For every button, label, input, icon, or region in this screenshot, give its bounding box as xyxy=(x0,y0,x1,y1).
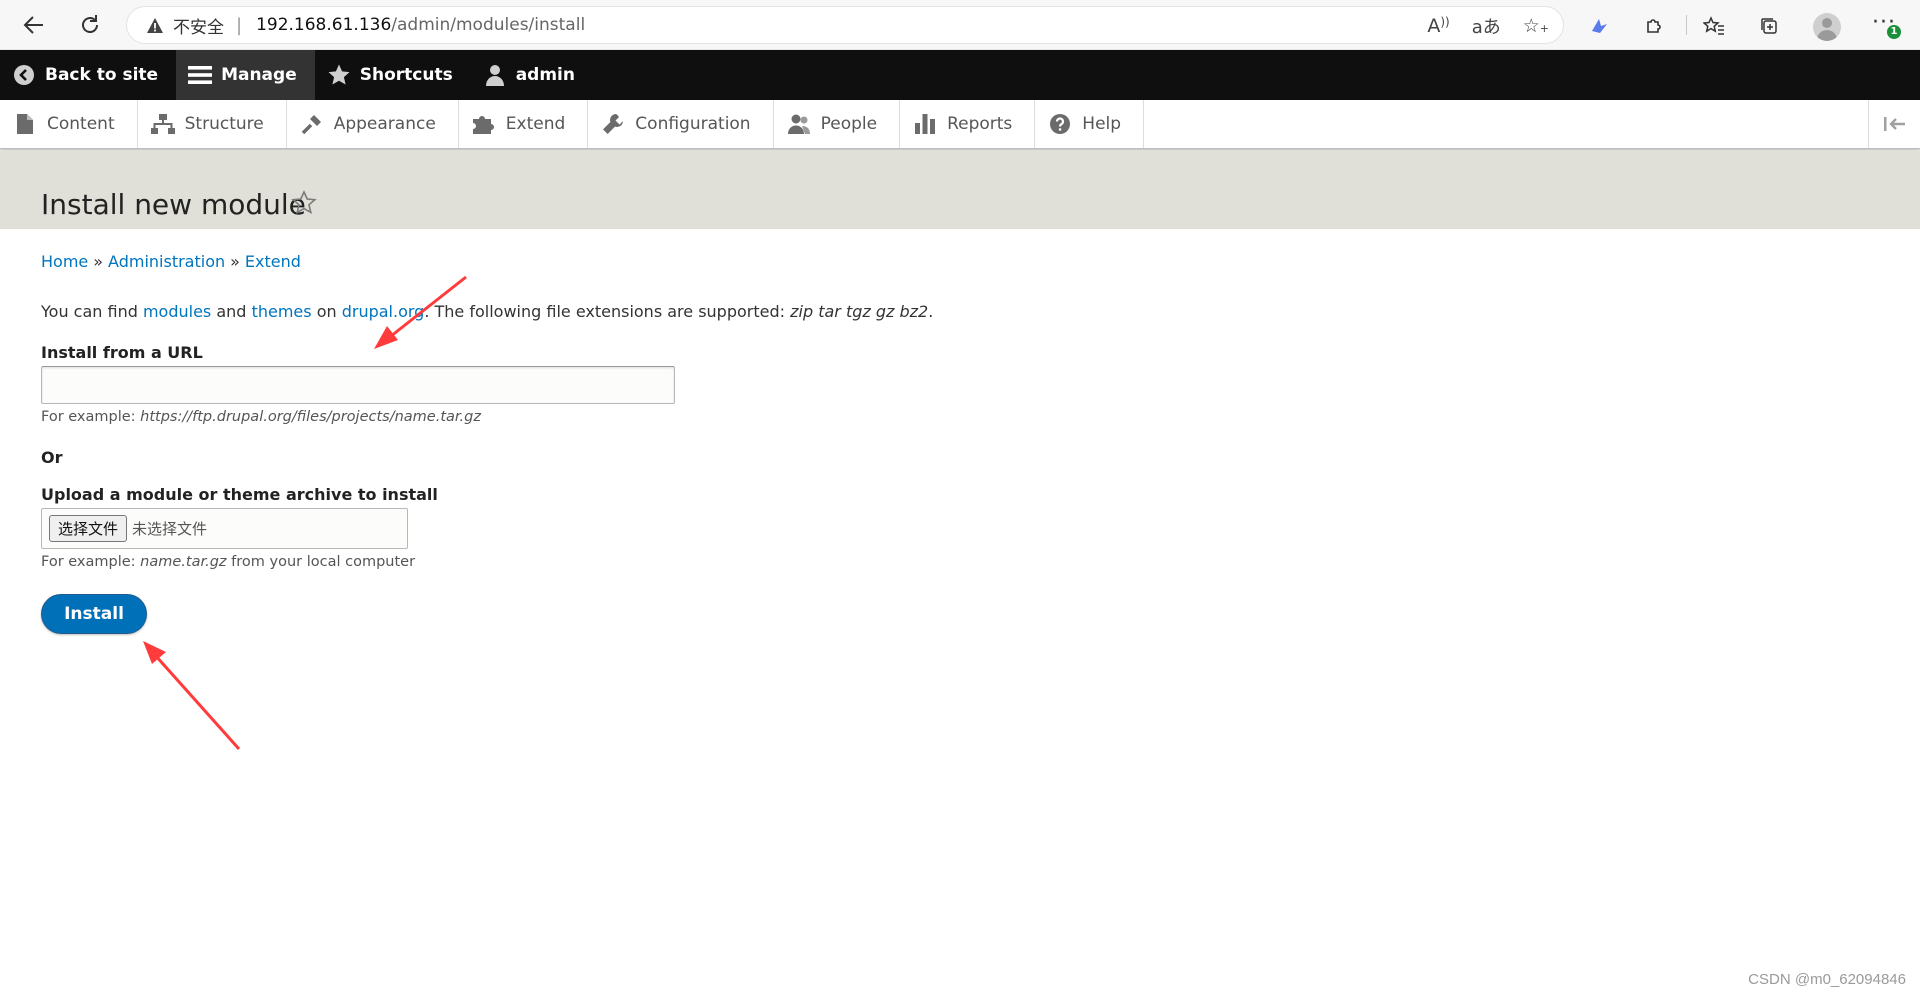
address-bar[interactable]: 不安全 | 192.168.61.136/admin/modules/insta… xyxy=(126,6,1564,44)
profile-avatar[interactable] xyxy=(1813,13,1841,41)
sitemap-icon xyxy=(150,112,175,136)
breadcrumb-extend-link[interactable]: Extend xyxy=(245,252,301,271)
watermark: CSDN @m0_62094846 xyxy=(1748,971,1906,988)
tray-item-configuration[interactable]: Configuration xyxy=(588,100,774,148)
tray-item-label: Reports xyxy=(947,114,1013,134)
favorite-add-icon[interactable]: ☆+ xyxy=(1523,15,1549,37)
upload-field-description: For example: name.tar.gz from your local… xyxy=(41,554,415,570)
tray-item-label: Extend xyxy=(505,114,566,134)
url-path: /admin/modules/install xyxy=(391,15,586,35)
manage-tab[interactable]: Manage xyxy=(176,50,315,100)
themes-link[interactable]: themes xyxy=(252,302,312,321)
tray-item-people[interactable]: People xyxy=(774,100,901,148)
help-icon xyxy=(1048,112,1072,136)
collapse-left-icon xyxy=(1883,117,1905,131)
supported-extensions: zip tar tgz gz bz2 xyxy=(790,302,929,321)
tray-item-reports[interactable]: Reports xyxy=(900,100,1036,148)
hamburger-icon xyxy=(188,63,213,87)
tray-orientation-toggle[interactable] xyxy=(1868,100,1920,148)
tray-item-label: Appearance xyxy=(333,114,436,134)
breadcrumb-administration-link[interactable]: Administration xyxy=(108,252,225,271)
no-file-chosen-text: 未选择文件 xyxy=(132,520,208,538)
url-example: https://ftp.drupal.org/files/projects/na… xyxy=(140,409,481,425)
intro-text-part: . xyxy=(928,302,934,321)
tray-item-label: Structure xyxy=(184,114,264,134)
file-example: name.tar.gz xyxy=(140,554,227,570)
file-icon xyxy=(13,112,37,136)
back-to-site-label: Back to site xyxy=(45,65,159,85)
browser-toolbar: 不安全 | 192.168.61.136/admin/modules/insta… xyxy=(0,0,1920,50)
intro-text-part: . The following file extensions are supp… xyxy=(424,302,786,321)
toolbar-divider xyxy=(1686,15,1687,35)
reload-icon[interactable] xyxy=(74,9,106,41)
breadcrumb-home-link[interactable]: Home xyxy=(41,252,88,271)
update-badge: 1 xyxy=(1887,25,1901,39)
annotation-arrow-install xyxy=(143,641,241,750)
manage-label: Manage xyxy=(221,65,297,85)
shortcuts-tab[interactable]: Shortcuts xyxy=(315,50,471,100)
url-field-label: Install from a URL xyxy=(41,343,203,362)
description-suffix: from your local computer xyxy=(231,554,416,570)
tray-item-appearance[interactable]: Appearance xyxy=(287,100,459,148)
shortcuts-label: Shortcuts xyxy=(359,65,453,85)
puzzle-icon xyxy=(472,112,496,136)
description-prefix: For example: xyxy=(41,554,136,570)
tray-item-help[interactable]: Help xyxy=(1035,100,1145,148)
user-label: admin xyxy=(515,65,575,85)
tray-item-label: Content xyxy=(47,114,115,134)
read-aloud-icon[interactable]: A)) xyxy=(1427,15,1449,37)
people-icon xyxy=(787,112,811,136)
admin-tray: Content Structure Appearance Extend Conf… xyxy=(0,100,1920,149)
or-separator: Or xyxy=(41,448,63,467)
collections-icon[interactable] xyxy=(1755,12,1783,40)
breadcrumb: Home» Administration» Extend xyxy=(41,252,301,271)
file-upload-field: 选择文件 未选择文件 xyxy=(41,508,408,549)
user-tab[interactable]: admin xyxy=(471,50,593,100)
extensions-puzzle-icon[interactable] xyxy=(1640,12,1668,40)
address-divider: | xyxy=(236,14,243,36)
translate-icon[interactable]: aあ xyxy=(1472,13,1501,39)
choose-file-button[interactable]: 选择文件 xyxy=(49,515,128,542)
upload-field-label: Upload a module or theme archive to inst… xyxy=(41,485,438,504)
intro-text-part: on xyxy=(316,302,337,321)
install-url-input[interactable] xyxy=(41,366,675,404)
extension-bird-icon[interactable] xyxy=(1585,12,1613,40)
warning-icon xyxy=(145,15,165,35)
user-icon xyxy=(483,63,507,87)
tray-item-content[interactable]: Content xyxy=(0,100,138,148)
shortcut-star-icon[interactable] xyxy=(290,189,318,217)
bar-chart-icon xyxy=(913,112,937,136)
address-bar-actions: A)) aあ ☆+ xyxy=(1427,7,1549,45)
drupal-org-link[interactable]: drupal.org xyxy=(342,302,425,321)
install-button[interactable]: Install xyxy=(41,594,147,634)
url-host: 192.168.61.136 xyxy=(256,15,392,35)
favorites-icon[interactable] xyxy=(1700,12,1728,40)
back-to-site-link[interactable]: Back to site xyxy=(0,50,176,100)
tray-item-label: Configuration xyxy=(635,114,751,134)
url-field-description: For example: https://ftp.drupal.org/file… xyxy=(41,409,481,425)
tray-item-extend[interactable]: Extend xyxy=(459,100,589,148)
chevron-left-circle-icon xyxy=(12,63,36,87)
star-icon xyxy=(327,63,351,87)
tray-item-label: People xyxy=(820,114,878,134)
admin-toolbar: Back to site Manage Shortcuts admin xyxy=(0,50,1920,100)
paintbrush-icon xyxy=(300,112,324,136)
description-prefix: For example: xyxy=(41,409,136,425)
back-arrow-icon[interactable] xyxy=(18,9,50,41)
breadcrumb-separator: » xyxy=(93,252,104,271)
page-title: Install new module xyxy=(41,188,306,221)
modules-link[interactable]: modules xyxy=(143,302,211,321)
breadcrumb-separator: » xyxy=(230,252,240,271)
intro-text-part: You can find xyxy=(41,302,138,321)
insecure-label: 不安全 xyxy=(173,17,224,38)
intro-text-part: and xyxy=(216,302,247,321)
wrench-icon xyxy=(601,112,625,136)
intro-text: You can find modules and themes on drupa… xyxy=(41,302,933,321)
tray-item-label: Help xyxy=(1082,114,1122,134)
tray-item-structure[interactable]: Structure xyxy=(138,100,287,148)
